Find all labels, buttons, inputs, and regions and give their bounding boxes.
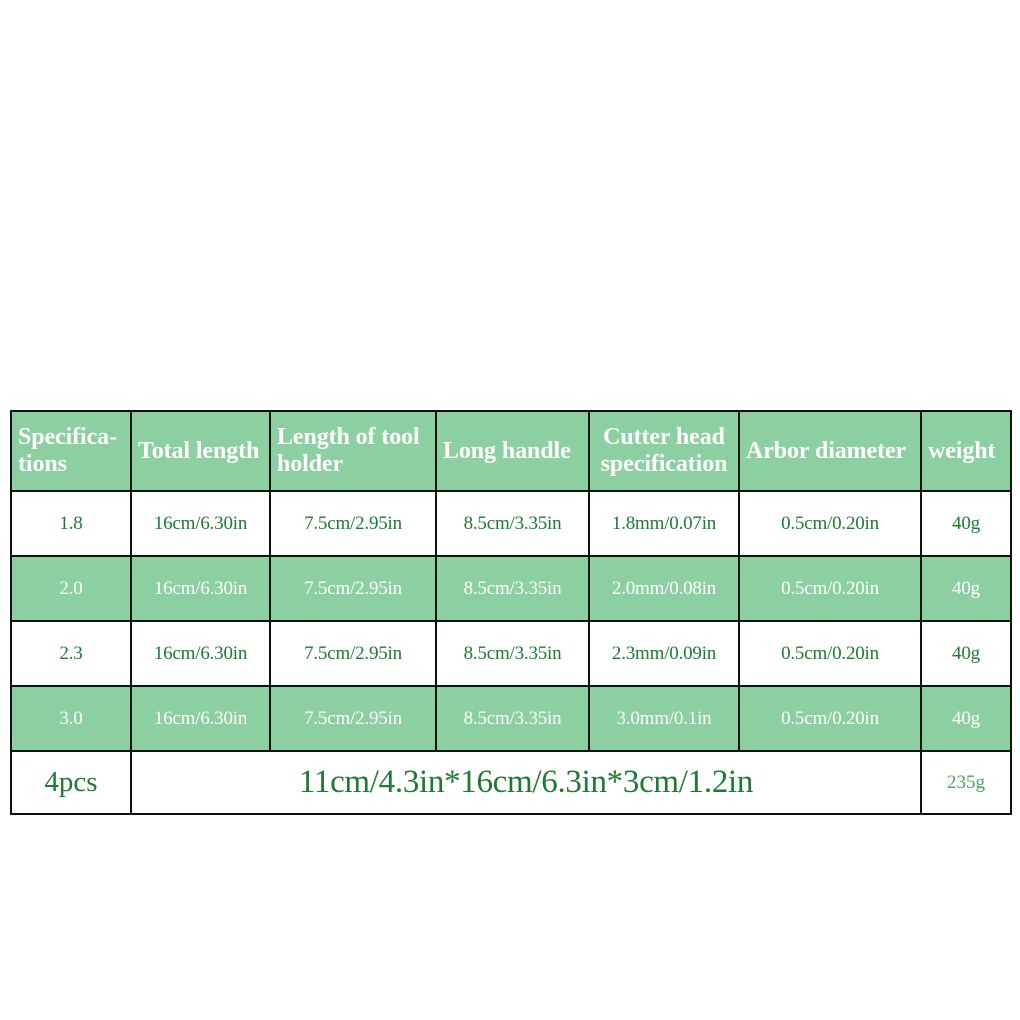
cell-cutter-head-specification: 1.8mm/0.07in <box>588 490 740 557</box>
cell-tool-holder-length: 7.5cm/2.95in <box>269 490 437 557</box>
cell-package-weight: 235g <box>920 750 1012 815</box>
cell-specification: 2.0 <box>10 555 132 622</box>
table-row: 2.3 16cm/6.30in 7.5cm/2.95in 8.5cm/3.35i… <box>10 620 1012 687</box>
table-row: 3.0 16cm/6.30in 7.5cm/2.95in 8.5cm/3.35i… <box>10 685 1012 752</box>
cell-tool-holder-length: 7.5cm/2.95in <box>269 685 437 752</box>
cell-total-length: 16cm/6.30in <box>130 685 271 752</box>
column-header-specifications: Specifica-tions <box>10 410 132 492</box>
specification-table: Specifica-tions Total length Length of t… <box>10 410 1012 815</box>
specification-table-container: Specifica-tions Total length Length of t… <box>10 410 1012 815</box>
cell-arbor-diameter: 0.5cm/0.20in <box>738 685 922 752</box>
cell-specification: 1.8 <box>10 490 132 557</box>
cell-specification: 3.0 <box>10 685 132 752</box>
cell-total-length: 16cm/6.30in <box>130 555 271 622</box>
package-row: 4pcs 11cm/4.3in*16cm/6.3in*3cm/1.2in 235… <box>10 750 1012 815</box>
cell-arbor-diameter: 0.5cm/0.20in <box>738 555 922 622</box>
cell-long-handle: 8.5cm/3.35in <box>435 620 590 687</box>
cell-weight: 40g <box>920 555 1012 622</box>
cell-cutter-head-specification: 2.3mm/0.09in <box>588 620 740 687</box>
column-header-tool-holder-length: Length of tool holder <box>269 410 437 492</box>
cell-tool-holder-length: 7.5cm/2.95in <box>269 555 437 622</box>
cell-specification: 2.3 <box>10 620 132 687</box>
cell-weight: 40g <box>920 685 1012 752</box>
column-header-total-length: Total length <box>130 410 271 492</box>
header-line-1: Specifica- <box>18 424 117 451</box>
table-row: 1.8 16cm/6.30in 7.5cm/2.95in 8.5cm/3.35i… <box>10 490 1012 557</box>
cell-arbor-diameter: 0.5cm/0.20in <box>738 490 922 557</box>
cell-arbor-diameter: 0.5cm/0.20in <box>738 620 922 687</box>
column-header-long-handle: Long handle <box>435 410 590 492</box>
table-header-row: Specifica-tions Total length Length of t… <box>10 410 1012 492</box>
column-header-arbor-diameter: Arbor diameter <box>738 410 922 492</box>
table-row: 2.0 16cm/6.30in 7.5cm/2.95in 8.5cm/3.35i… <box>10 555 1012 622</box>
cell-weight: 40g <box>920 620 1012 687</box>
cell-long-handle: 8.5cm/3.35in <box>435 555 590 622</box>
blank-top-area <box>0 0 1020 410</box>
header-line-2: tions <box>18 451 67 477</box>
cell-long-handle: 8.5cm/3.35in <box>435 490 590 557</box>
cell-total-length: 16cm/6.30in <box>130 490 271 557</box>
cell-cutter-head-specification: 3.0mm/0.1in <box>588 685 740 752</box>
cell-package-count: 4pcs <box>10 750 132 815</box>
cell-long-handle: 8.5cm/3.35in <box>435 685 590 752</box>
column-header-weight: weight <box>920 410 1012 492</box>
cell-package-dimensions: 11cm/4.3in*16cm/6.3in*3cm/1.2in <box>130 750 922 815</box>
cell-cutter-head-specification: 2.0mm/0.08in <box>588 555 740 622</box>
cell-weight: 40g <box>920 490 1012 557</box>
column-header-cutter-head-specification: Cutter head specification <box>588 410 740 492</box>
cell-tool-holder-length: 7.5cm/2.95in <box>269 620 437 687</box>
cell-total-length: 16cm/6.30in <box>130 620 271 687</box>
